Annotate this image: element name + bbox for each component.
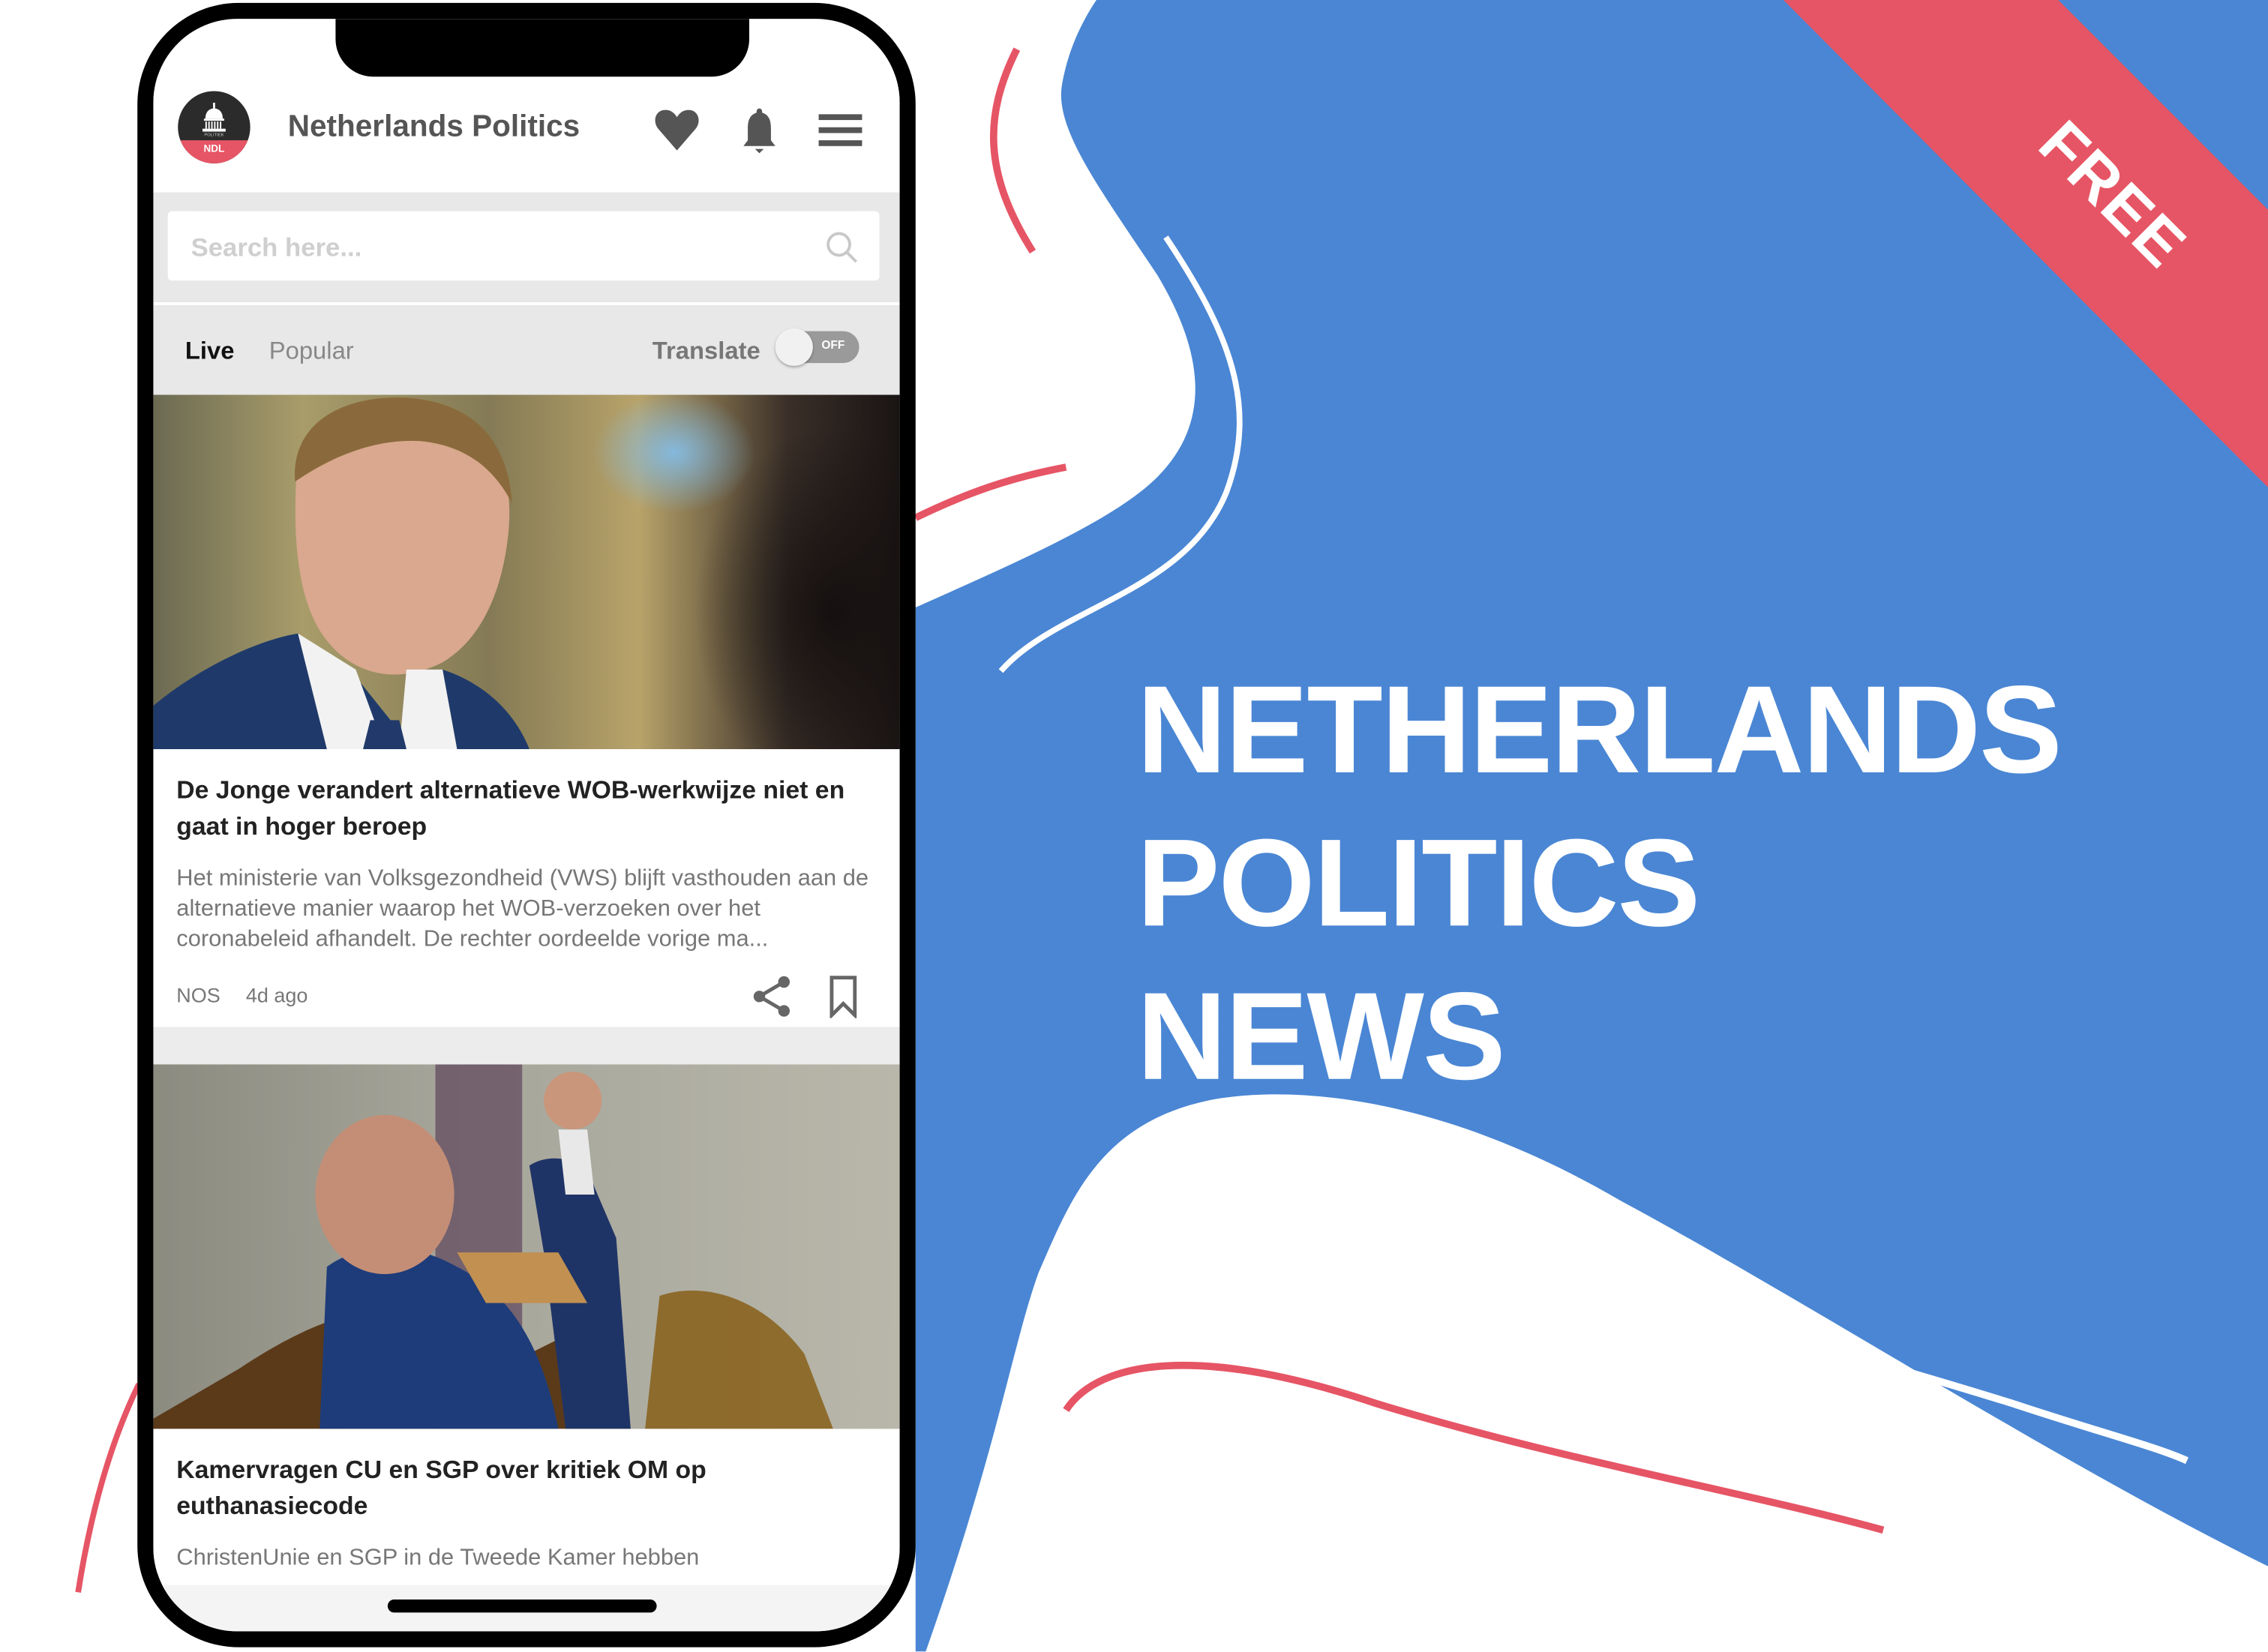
card-separator [153, 1027, 900, 1065]
article-description: Het ministerie van Volksgezondheid (VWS)… [176, 866, 869, 952]
logo-small-text: POLITIEK [204, 131, 224, 138]
toggle-state: OFF [821, 338, 845, 352]
app-header: POLITIEK NDL Netherlands Politics [153, 76, 900, 193]
red-curve-mid [914, 463, 1067, 521]
heart-icon[interactable] [652, 106, 702, 155]
article-card[interactable]: Kamervragen CU en SGP over kritiek OM op… [153, 1064, 900, 1574]
capitol-dome-icon [202, 102, 226, 132]
toggle-knob [775, 328, 813, 366]
promo-headline: NETHERLANDS POLITICS NEWS [1136, 654, 2062, 1114]
app-logo[interactable]: POLITIEK NDL [178, 91, 250, 163]
red-curve-bottom [1063, 1361, 1885, 1534]
parliament-debate-photo [153, 1064, 833, 1429]
headline-line: POLITICS [1136, 814, 1700, 953]
headline-line: NEWS [1136, 967, 1506, 1107]
article-time: 4d ago [245, 983, 308, 1007]
red-curve-top [989, 47, 1036, 254]
hamburger-menu-icon[interactable] [816, 106, 866, 155]
app-title: Netherlands Politics [287, 109, 580, 143]
bell-icon[interactable] [735, 106, 784, 155]
home-indicator[interactable] [387, 1599, 657, 1613]
search-icon[interactable] [824, 230, 859, 265]
news-feed: De Jonge verandert alternatieve WOB-werk… [153, 394, 900, 1574]
headline-line: NETHERLANDS [1136, 661, 2062, 800]
phone-mockup: POLITIEK NDL Netherlands Politics Search… [137, 2, 916, 1648]
tab-popular[interactable]: Popular [269, 337, 354, 366]
search-box [167, 211, 880, 283]
politician-portrait-photo [153, 397, 530, 749]
translate-toggle[interactable]: OFF [775, 328, 860, 366]
share-icon[interactable] [751, 975, 794, 1018]
feed-tabs: Live Popular Translate OFF [153, 304, 900, 395]
article-meta: NOS 4d ago [153, 955, 899, 1027]
translate-label: Translate [652, 337, 760, 364]
article-description: ChristenUnie en SGP in de Tweede Kamer h… [176, 1546, 700, 1571]
phone-screen: POLITIEK NDL Netherlands Politics Search… [153, 19, 900, 1632]
search-bar-container [153, 192, 900, 303]
promo-canvas: FREE NETHERLANDS POLITICS NEWS POLITIEK [0, 0, 2268, 1652]
article-title[interactable]: Kamervragen CU en SGP over kritiek OM op… [176, 1452, 876, 1524]
search-input[interactable] [188, 211, 802, 283]
red-curve-left [75, 1382, 142, 1593]
logo-badge: NDL [178, 140, 250, 163]
article-image[interactable] [153, 1064, 900, 1429]
phone-notch [335, 19, 749, 77]
tab-live[interactable]: Live [185, 337, 235, 366]
article-title[interactable]: De Jonge verandert alternatieve WOB-werk… [176, 772, 876, 844]
bookmark-icon[interactable] [827, 975, 859, 1018]
home-indicator-area [153, 1585, 900, 1632]
article-source: NOS [176, 983, 220, 1007]
article-card[interactable]: De Jonge verandert alternatieve WOB-werk… [153, 394, 900, 1027]
article-image[interactable] [153, 394, 900, 749]
